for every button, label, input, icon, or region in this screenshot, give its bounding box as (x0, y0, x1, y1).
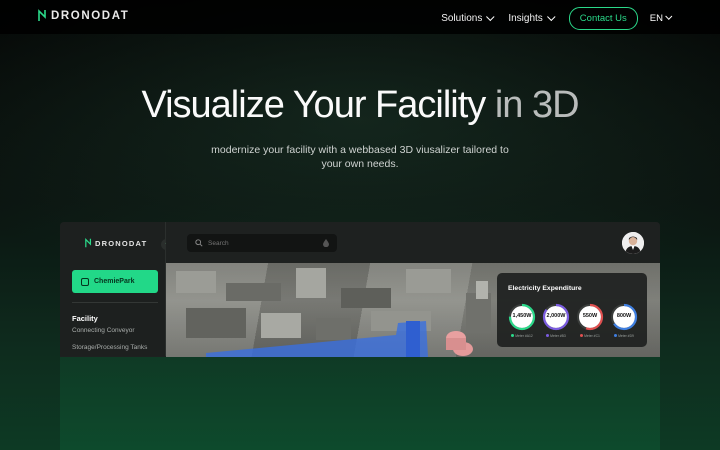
avatar[interactable] (622, 232, 644, 254)
facility-heading: Facility (72, 314, 98, 323)
nav-item-label: Solutions (441, 13, 483, 24)
hero-title-accent: in 3D (485, 84, 580, 126)
sidebar-item-connecting-conveyor[interactable]: Connecting Conveyor (72, 327, 135, 334)
nav-item-insights[interactable]: Insights (508, 12, 556, 24)
search-bar (187, 234, 337, 252)
electricity-panel: Electricity Expenditure 1,450W Meter #A12… (497, 273, 647, 347)
gauge-value: 2,000W (546, 313, 566, 319)
nav-item-label: Insights (508, 13, 543, 24)
app-brand-name: DRONODAT (95, 238, 148, 248)
chevron-down-icon (486, 12, 495, 21)
app-brand-logo: DRONODAT (85, 238, 147, 248)
project-button[interactable]: ChemiePark (72, 270, 158, 293)
project-button-label: ChemiePark (94, 278, 135, 285)
hero-title: Visualize Your Facility in 3D (0, 84, 720, 127)
building-icon (81, 277, 89, 286)
leaf-icon (38, 9, 46, 21)
hero-subtitle: modernize your facility with a webbased … (211, 144, 509, 170)
gauge-value: 800W (616, 313, 632, 319)
brand-name: DRONODAT (51, 9, 130, 22)
sidebar-item-storage-tanks[interactable]: Storage/Processing Tanks (72, 344, 147, 351)
app-preview: DRONODAT ChemiePark Facility Connecting … (60, 222, 660, 450)
sidebar-divider (72, 302, 158, 303)
top-nav: DRONODAT Solutions Insights Contact Us E… (0, 0, 720, 34)
user-photo (622, 232, 644, 254)
app-topbar (166, 222, 660, 263)
brand-logo[interactable]: DRONODAT (38, 9, 129, 22)
search-input[interactable] (208, 239, 318, 247)
chevron-down-icon (546, 12, 556, 21)
hero-title-main: Visualize Your Facility (141, 84, 486, 126)
nav-links: Solutions Insights Contact Us EN (441, 7, 673, 30)
nav-item-solutions[interactable]: Solutions (441, 12, 495, 24)
preview-lower-area (60, 357, 660, 450)
gauge-label: Meter #D9 (608, 334, 640, 338)
gauge-label: Meter #C1 (574, 334, 606, 338)
language-label: EN (649, 13, 663, 24)
gauge-value: 1,450W (512, 313, 532, 319)
search-icon (195, 239, 203, 247)
drop-icon (323, 239, 329, 247)
contact-us-button[interactable]: Contact Us (568, 7, 638, 30)
gauge-label: Meter #B3 (540, 334, 572, 338)
leaf-icon (85, 238, 92, 248)
facility-3d-map[interactable]: Electricity Expenditure 1,450W Meter #A12… (166, 263, 660, 357)
app-sidebar: DRONODAT ChemiePark Facility Connecting … (60, 222, 166, 356)
language-selector[interactable]: EN (649, 12, 673, 24)
gauge-value: 550W (582, 313, 598, 319)
gauge-label: Meter #A12 (506, 334, 538, 338)
chevron-down-icon (665, 12, 673, 20)
